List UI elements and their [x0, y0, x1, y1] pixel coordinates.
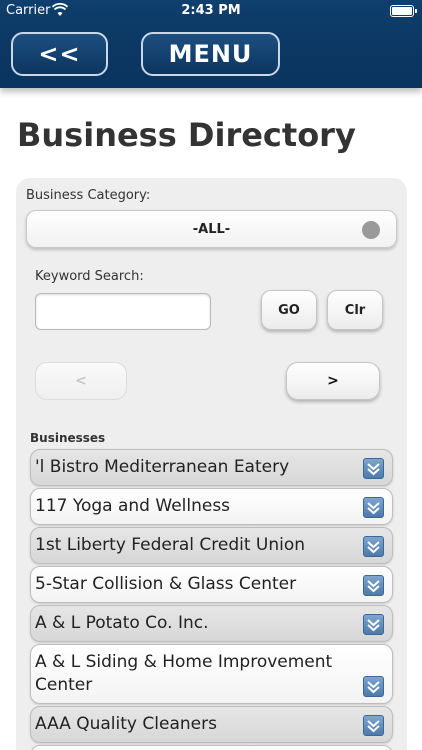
business-name: 117 Yoga and Wellness: [35, 496, 231, 516]
keyword-label: Keyword Search:: [35, 269, 144, 284]
business-name: AAA Quality Cleaners: [35, 714, 217, 734]
category-select[interactable]: -ALL-: [26, 210, 397, 248]
keyword-input[interactable]: [35, 293, 211, 330]
business-name: A & L Siding & Home Improvement Center: [35, 652, 333, 695]
list-item[interactable]: 1st Liberty Federal Credit Union: [30, 527, 393, 564]
status-bar: Carrier 2:43 PM: [0, 0, 422, 22]
clear-button[interactable]: Clr: [327, 290, 383, 330]
business-name: A & L Potato Co. Inc.: [35, 613, 209, 633]
chevron-down-icon[interactable]: [363, 536, 384, 557]
menu-button[interactable]: MENU: [141, 32, 280, 76]
list-item[interactable]: 5-Star Collision & Glass Center: [30, 566, 393, 603]
list-item[interactable]: A & L Potato Co. Inc.: [30, 605, 393, 642]
go-button[interactable]: GO: [261, 290, 317, 330]
list-item[interactable]: 'l Bistro Mediterranean Eatery: [30, 449, 393, 486]
battery-icon: [390, 5, 417, 17]
dropdown-indicator-icon: [362, 221, 380, 239]
chevron-down-icon[interactable]: [363, 614, 384, 635]
back-button[interactable]: <<: [11, 32, 108, 76]
page-title: Business Directory: [17, 116, 356, 154]
next-page-button[interactable]: >: [286, 362, 380, 400]
header-bar: Carrier 2:43 PM << MENU: [0, 0, 422, 88]
previous-page-button[interactable]: <: [35, 362, 127, 400]
category-label: Business Category:: [26, 188, 151, 203]
chevron-down-icon[interactable]: [363, 458, 384, 479]
chevron-down-icon[interactable]: [363, 715, 384, 736]
list-item[interactable]: A & L Siding & Home Improvement Center: [30, 644, 393, 704]
chevron-down-icon[interactable]: [363, 497, 384, 518]
business-list: 'l Bistro Mediterranean Eatery 117 Yoga …: [30, 449, 393, 750]
list-item[interactable]: AAA Quality Cleaners: [30, 706, 393, 743]
business-name: 1st Liberty Federal Credit Union: [35, 535, 306, 555]
business-name: 'l Bistro Mediterranean Eatery: [35, 457, 290, 477]
list-item[interactable]: 117 Yoga and Wellness: [30, 488, 393, 525]
list-item[interactable]: [30, 745, 393, 750]
businesses-heading: Businesses: [30, 431, 106, 445]
business-name: 5-Star Collision & Glass Center: [35, 574, 297, 594]
clock: 2:43 PM: [181, 3, 241, 18]
category-value: -ALL-: [192, 221, 231, 237]
chevron-down-icon[interactable]: [363, 676, 384, 697]
chevron-down-icon[interactable]: [363, 575, 384, 596]
